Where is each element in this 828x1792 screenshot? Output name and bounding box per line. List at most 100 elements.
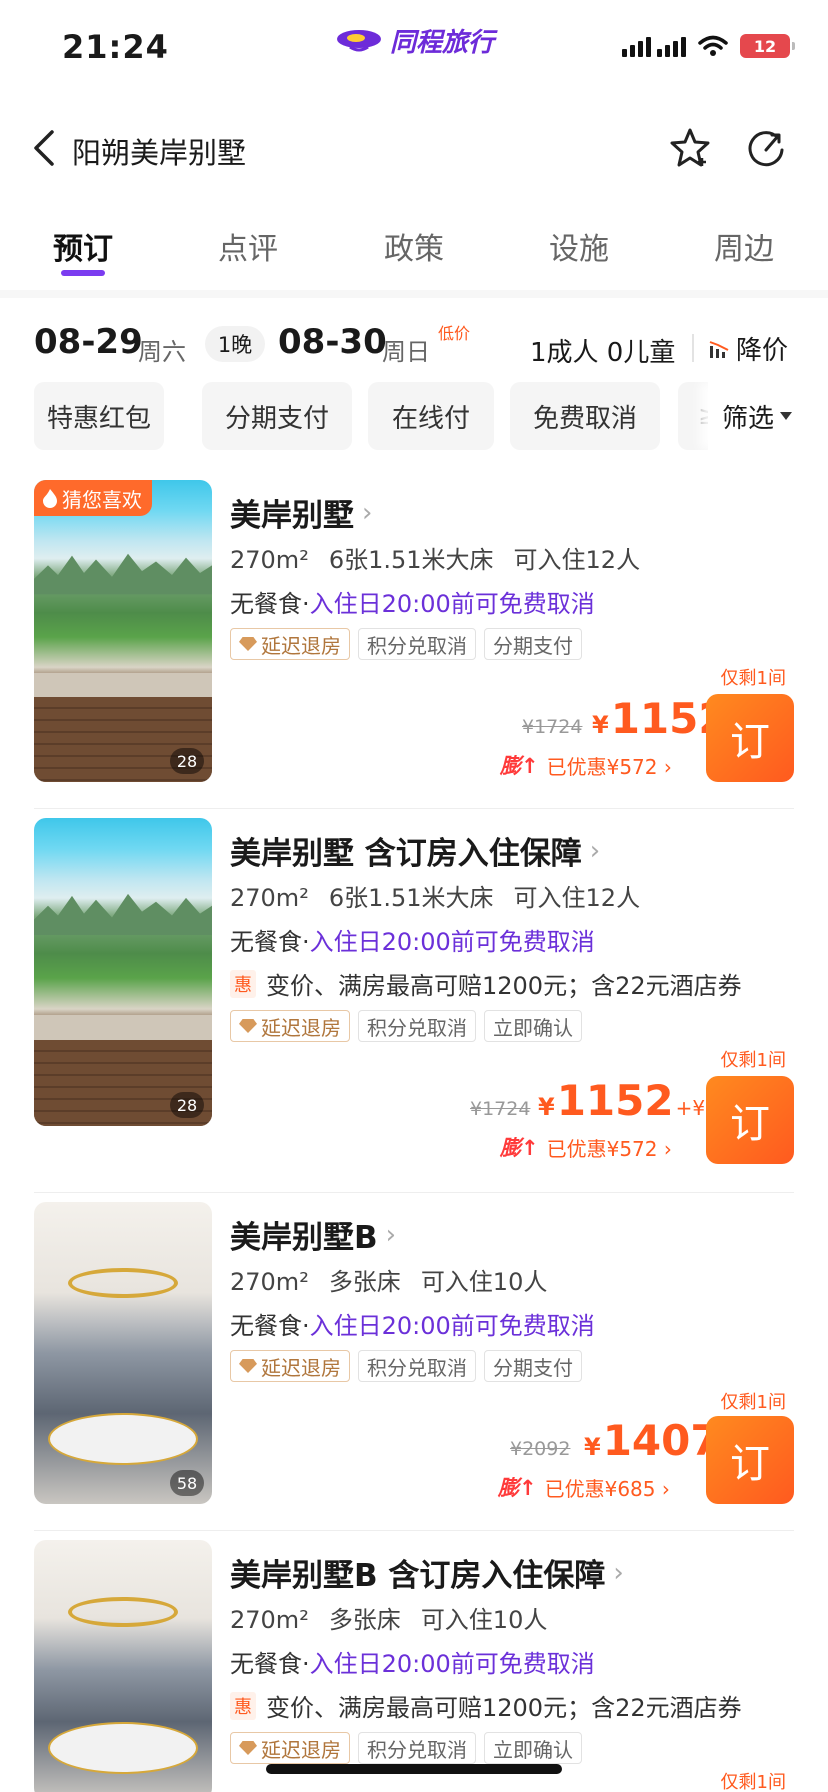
guest-count[interactable]: 1成人 0儿童 [530, 332, 675, 369]
tag-points-cancel: 积分兑取消 [358, 1010, 476, 1042]
peng-discount-logo: 膨↑ [500, 754, 539, 778]
tag-label: 延迟退房 [261, 1015, 341, 1040]
chevron-right-icon: › [362, 497, 373, 528]
tag-late-checkout: 延迟退房 [230, 1010, 350, 1042]
chandelier [68, 1268, 178, 1299]
tag-instant-confirm: 立即确认 [484, 1732, 582, 1764]
chip-red-packet[interactable]: 特惠红包 [34, 382, 164, 450]
tab-policy[interactable]: 政策 [384, 224, 444, 268]
meal-info: 无餐食· [230, 590, 310, 618]
tag-label: 延迟退房 [261, 633, 341, 658]
tab-booking[interactable]: 预订 [53, 224, 113, 268]
tab-reviews[interactable]: 点评 [218, 224, 278, 268]
checkin-date[interactable]: 08-29 [34, 322, 143, 362]
price-drop-label: 降价 [736, 336, 789, 366]
filter-button[interactable]: 筛选 [708, 382, 828, 450]
diamond-icon [239, 1741, 257, 1755]
promo-text: 变价、满房最高可赔1200元；含22元酒店券 [266, 972, 742, 1000]
tag-points-cancel: 积分兑取消 [358, 1732, 476, 1764]
wifi-icon [698, 35, 728, 56]
meal-and-cancel: 无餐食·入住日20:00前可免费取消 [230, 922, 595, 957]
room-bed: 多张床 [328, 1606, 401, 1634]
meal-info: 无餐食· [230, 1312, 310, 1340]
low-price-badge: 低价 [438, 324, 471, 343]
room-specs: 270m² 多张床 可入住10人 [230, 1600, 567, 1635]
tab-active-indicator [61, 270, 105, 276]
status-time: 21:24 [62, 28, 169, 66]
meal-and-cancel: 无餐食·入住日20:00前可免费取消 [230, 1644, 595, 1679]
room-photo[interactable]: 58 [34, 1202, 212, 1504]
tag-label: 延迟退房 [261, 1355, 341, 1380]
rooms-remaining: 仅剩1间 [720, 1050, 786, 1071]
photo-count: 28 [170, 748, 204, 774]
original-price: ¥2092 [510, 1438, 571, 1460]
discount-info[interactable]: 膨↑ 已优惠¥572 › [500, 750, 672, 780]
room-card[interactable]: 美岸别墅B 含订房入住保障 › 270m² 多张床 可入住10人 无餐食·入住日20… [0, 1540, 828, 1792]
room-specs: 270m² 6张1.51米大床 可入住12人 [230, 540, 660, 575]
tag-label: 延迟退房 [261, 1737, 341, 1762]
room-card[interactable]: 猜您喜欢 28 美岸别墅 › 270m² 6张1.51米大床 可入住12人 无餐食·… [0, 480, 828, 782]
room-name[interactable]: 美岸别墅 › [230, 490, 372, 535]
favorite-star-icon[interactable] [668, 126, 712, 170]
diamond-icon [239, 1019, 257, 1033]
tab-bar: 预订 点评 政策 设施 周边 [0, 212, 828, 282]
back-chevron-icon[interactable] [30, 128, 60, 168]
tab-nearby[interactable]: 周边 [714, 224, 774, 268]
dining-table [48, 1413, 198, 1466]
share-icon[interactable] [744, 126, 788, 170]
room-tags: 延迟退房 积分兑取消 分期支付 [230, 628, 582, 660]
price-value: 1407 [602, 1416, 720, 1465]
tag-points-cancel: 积分兑取消 [358, 1350, 476, 1382]
promo-tag: 惠 [230, 969, 256, 998]
book-button[interactable]: 订 [706, 1416, 794, 1504]
status-bar: 21:24 同程旅行 12 [0, 0, 828, 96]
tab-facilities[interactable]: 设施 [549, 224, 609, 268]
card-divider [34, 1530, 794, 1531]
tag-installment: 分期支付 [484, 628, 582, 660]
room-name[interactable]: 美岸别墅B › [230, 1212, 396, 1257]
section-divider [0, 290, 828, 298]
discount-info[interactable]: 膨↑ 已优惠¥572 › [500, 1132, 672, 1162]
chandelier [68, 1597, 178, 1628]
dining-table [48, 1722, 198, 1774]
discount-info[interactable]: 膨↑ 已优惠¥685 › [498, 1472, 670, 1502]
room-bed: 6张1.51米大床 [328, 546, 494, 574]
brand-logo: 同程旅行 [336, 20, 494, 60]
room-photo[interactable]: 28 [34, 818, 212, 1126]
price-drop-alert[interactable]: 降价 [708, 330, 788, 367]
room-card[interactable]: 58 美岸别墅B › 270m² 多张床 可入住10人 无餐食·入住日20:00前可… [0, 1202, 828, 1504]
checkout-date[interactable]: 08-30 [278, 322, 387, 362]
cancel-policy: 入住日20:00前可免费取消 [309, 1312, 595, 1340]
filter-chips: 特惠红包 分期支付 在线付 免费取消 ≥ 筛选 [0, 382, 828, 452]
current-price: ¥1407 [584, 1416, 720, 1465]
original-price: ¥1724 [522, 716, 583, 738]
stay-dates-row[interactable]: 08-29 周六 1晚 08-30 周日 低价 1成人 0儿童 降价 [0, 316, 828, 376]
room-name[interactable]: 美岸别墅B 含订房入住保障 › [230, 1550, 624, 1595]
chip-installment[interactable]: 分期支付 [202, 382, 352, 450]
room-specs: 270m² 6张1.51米大床 可入住12人 [230, 878, 660, 913]
vertical-divider [692, 334, 694, 362]
meal-and-cancel: 无餐食·入住日20:00前可免费取消 [230, 1306, 595, 1341]
filter-label: 筛选 [722, 403, 775, 434]
book-button[interactable]: 订 [706, 1076, 794, 1164]
title-bar: 阳朔美岸别墅 [0, 112, 828, 184]
rooms-remaining: 仅剩1间 [720, 1772, 786, 1792]
cancel-policy: 入住日20:00前可免费取消 [309, 590, 595, 618]
chip-pay-online[interactable]: 在线付 [368, 382, 494, 450]
meal-and-cancel: 无餐食·入住日20:00前可免费取消 [230, 584, 595, 619]
room-card[interactable]: 28 美岸别墅 含订房入住保障 › 270m² 6张1.51米大床 可入住12人 无… [0, 818, 828, 1164]
chip-free-cancel[interactable]: 免费取消 [510, 382, 660, 450]
book-button[interactable]: 订 [706, 694, 794, 782]
room-area: 270m² [230, 1268, 309, 1296]
room-name[interactable]: 美岸别墅 含订房入住保障 › [230, 828, 600, 873]
room-occupancy: 可入住10人 [420, 1606, 548, 1634]
tag-installment: 分期支付 [484, 1350, 582, 1382]
room-name-text: 美岸别墅 含订房入住保障 [230, 836, 582, 872]
room-photo[interactable]: 猜您喜欢 28 [34, 480, 212, 782]
original-price: ¥1724 [470, 1098, 531, 1120]
flame-icon [43, 489, 57, 508]
room-photo[interactable] [34, 1540, 212, 1792]
room-tags: 延迟退房 积分兑取消 分期支付 [230, 1350, 582, 1382]
terrace-railing [34, 673, 212, 698]
currency-symbol: ¥ [538, 1093, 555, 1121]
